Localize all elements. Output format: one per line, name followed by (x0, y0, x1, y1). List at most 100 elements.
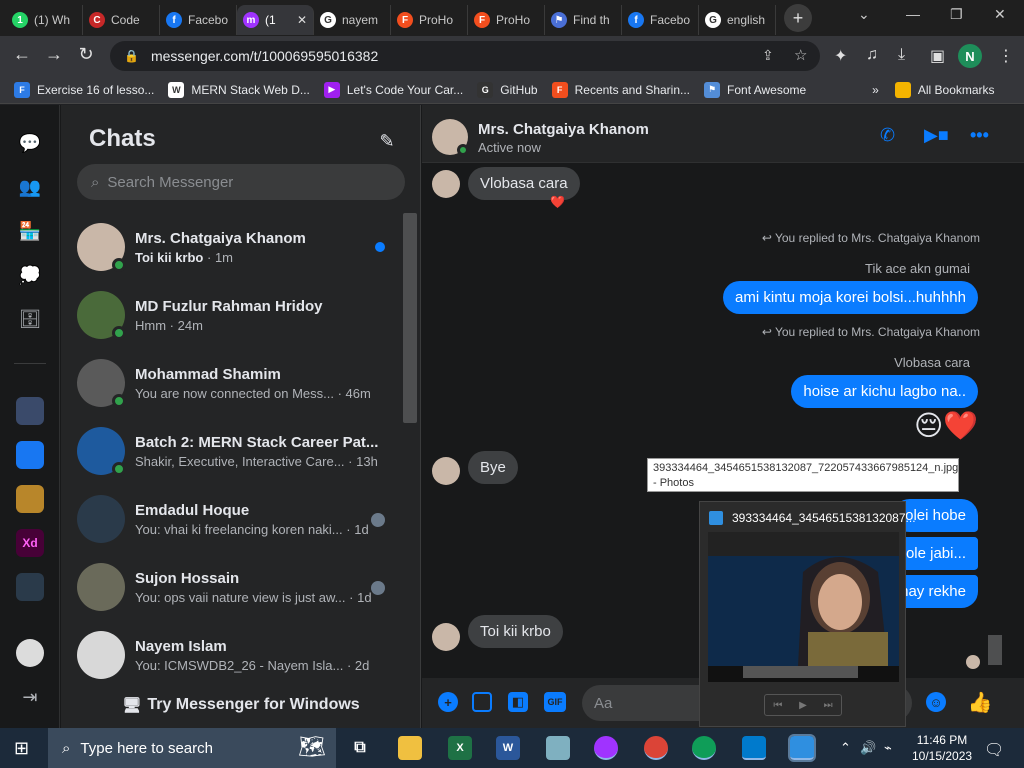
reload-icon[interactable]: ↻ (70, 44, 102, 65)
back-icon[interactable]: ← (6, 44, 38, 65)
message-bubble[interactable]: Toi kii krbo (468, 615, 563, 648)
expand-sidebar-icon[interactable]: ⇥ (18, 685, 42, 709)
community-icon[interactable] (16, 397, 44, 425)
bookmark-item[interactable]: G GitHub (477, 81, 538, 98)
next-icon[interactable]: ⏭ (824, 700, 833, 711)
community-icon[interactable] (16, 573, 44, 601)
bookmark-item[interactable]: F Exercise 16 of lesso... (14, 81, 154, 98)
conversation-item[interactable]: Emdadul Hoque You: vhai ki freelancing ko… (69, 485, 399, 553)
vscode-icon[interactable] (742, 736, 766, 760)
video-call-icon[interactable]: ▶■ (924, 125, 949, 146)
chats-icon[interactable]: 💬 (18, 131, 42, 155)
more-actions-icon[interactable]: + (438, 692, 458, 712)
search-input[interactable] (107, 173, 378, 191)
requests-icon[interactable]: 💭 (18, 263, 42, 287)
excel-icon[interactable]: X (448, 736, 472, 760)
browser-tab[interactable]: F ProHo (391, 5, 468, 35)
community-icon[interactable] (16, 485, 44, 513)
like-icon[interactable]: 👍 (968, 692, 993, 714)
preview-media-controls[interactable]: ⏮ ▶ ⏭ (764, 694, 842, 716)
file-explorer-icon[interactable] (398, 736, 422, 760)
browser-tab[interactable]: F ProHo (468, 5, 545, 35)
my-avatar[interactable] (16, 639, 44, 667)
contact-name[interactable]: Mrs. Chatgaiya Khanom (478, 121, 649, 138)
restore-icon[interactable]: ❐ (950, 6, 963, 23)
volume-icon[interactable]: 🔊 (860, 740, 876, 756)
previous-icon[interactable]: ⏮ (773, 700, 782, 711)
address-bar[interactable]: 🔒 messenger.com/t/100069595016382 ⇪ ☆ (110, 41, 820, 71)
bookmark-item[interactable]: F Recents and Sharin... (551, 81, 690, 98)
xd-icon[interactable]: Xd (16, 529, 44, 557)
conversation-item[interactable]: Nayem Islam You: ICMSWDB2_26 - Nayem Isla… (69, 621, 399, 689)
conversation-info-icon[interactable]: ••• (970, 125, 989, 146)
more-bookmarks-button[interactable]: » (872, 83, 879, 97)
browser-tab[interactable]: Genglish (699, 5, 776, 35)
word-icon[interactable]: W (496, 736, 520, 760)
gif-icon[interactable]: GIF (544, 692, 566, 712)
heart-reaction[interactable]: ❤️ (550, 195, 565, 209)
emoji-message[interactable]: 😔❤️ (914, 409, 978, 442)
messenger-taskbar-icon[interactable] (594, 736, 618, 760)
browser-tab[interactable]: 1 (1) Wh (6, 5, 83, 35)
emoji-icon[interactable]: ☺ (926, 692, 946, 712)
play-icon[interactable]: ▶ (799, 700, 807, 711)
message-bubble[interactable]: ami kintu moja korei bolsi...huhhhh (723, 281, 978, 314)
sticker-icon[interactable]: ◧ (508, 692, 528, 712)
windows-start-icon[interactable]: ⊞ (14, 738, 29, 759)
extensions-icon[interactable]: ✦ (834, 46, 847, 66)
photos-taskbar-icon[interactable] (788, 734, 816, 762)
bookmark-item[interactable]: W MERN Stack Web D... (168, 81, 310, 98)
group-chat-icon[interactable] (16, 441, 44, 469)
compose-icon[interactable]: ✎ (371, 125, 403, 157)
new-tab-button[interactable]: + (784, 4, 812, 32)
conversation-item[interactable]: Sujon Hossain You: ops vaii nature view i… (69, 553, 399, 621)
browser-tab[interactable]: Gnayem (314, 5, 391, 35)
tray-overflow-icon[interactable]: ⌃ (840, 740, 851, 756)
profile-avatar[interactable]: N (958, 44, 982, 68)
browser-tab[interactable]: ⚑ Find th (545, 5, 622, 35)
contact-avatar[interactable] (432, 119, 469, 156)
chrome-icon[interactable] (644, 736, 668, 760)
try-messenger-windows-link[interactable]: 🖥 Try Messenger for Windows (61, 687, 421, 723)
browser-tab[interactable]: m (1 ✕ (237, 5, 314, 35)
taskbar-search[interactable]: ⌕ Type here to search 🗺 (48, 728, 336, 768)
download-icon[interactable]: ⤓ (898, 46, 905, 64)
tab-search-icon[interactable]: ⌄ (858, 6, 870, 23)
sidepanel-icon[interactable]: ▣ (930, 46, 945, 66)
quoted-message[interactable]: Tik ace akn gumai (865, 261, 970, 276)
browser-menu-icon[interactable]: ⋮ (998, 46, 1014, 66)
message-bubble[interactable]: hoise ar kichu lagbo na.. (791, 375, 978, 408)
task-view-icon[interactable]: ⧉ (348, 736, 372, 760)
message-bubble[interactable]: Bye (468, 451, 518, 484)
bookmark-item[interactable]: ▶ Let's Code Your Car... (323, 81, 463, 98)
browser-tab[interactable]: C Code (83, 5, 160, 35)
network-icon[interactable]: ⌁ (884, 740, 892, 756)
thread-scrollbar[interactable] (988, 635, 1002, 665)
chrome-profile-icon[interactable] (692, 736, 716, 760)
system-clock[interactable]: 11:46 PM 10/15/2023 (912, 732, 972, 764)
browser-tab[interactable]: f Facebo (160, 5, 237, 35)
media-icon[interactable]: ♫ (866, 46, 878, 64)
attach-photo-icon[interactable] (472, 692, 492, 712)
photos-window-preview[interactable]: 393334464_3454651538132087... ⏮ ▶ ⏭ (699, 501, 916, 727)
conversation-item[interactable]: Mrs. Chatgaiya Khanom Toi kii krbo · 1m (69, 213, 399, 281)
browser-tab[interactable]: f Facebo (622, 5, 699, 35)
conversation-item[interactable]: Mohammad Shamim You are now connected on … (69, 349, 399, 417)
bookmark-star-icon[interactable]: ☆ (794, 46, 807, 64)
people-icon[interactable]: 👥 (18, 175, 42, 199)
sticky-app-icon[interactable] (546, 736, 570, 760)
forward-icon[interactable]: → (38, 44, 70, 65)
bookmark-item[interactable]: ⚑ Font Awesome (704, 81, 806, 98)
notifications-icon[interactable]: 🗨 (984, 740, 1004, 760)
tab-close-icon[interactable]: ✕ (297, 13, 307, 27)
conversation-item[interactable]: MD Fuzlur Rahman Hridoy Hmm · 24m (69, 281, 399, 349)
all-bookmarks-folder[interactable]: All Bookmarks (894, 81, 995, 98)
audio-call-icon[interactable]: ✆ (880, 125, 895, 146)
search-messenger[interactable]: ⌕ (77, 164, 405, 200)
minimize-icon[interactable]: — (906, 6, 920, 22)
archive-icon[interactable]: 🗄 (18, 307, 42, 331)
marketplace-icon[interactable]: 🏪 (18, 219, 42, 243)
chats-scrollbar[interactable] (403, 213, 417, 423)
conversation-item[interactable]: Batch 2: MERN Stack Career Pat... Shakir,… (69, 417, 399, 485)
close-window-icon[interactable]: ✕ (994, 6, 1006, 23)
